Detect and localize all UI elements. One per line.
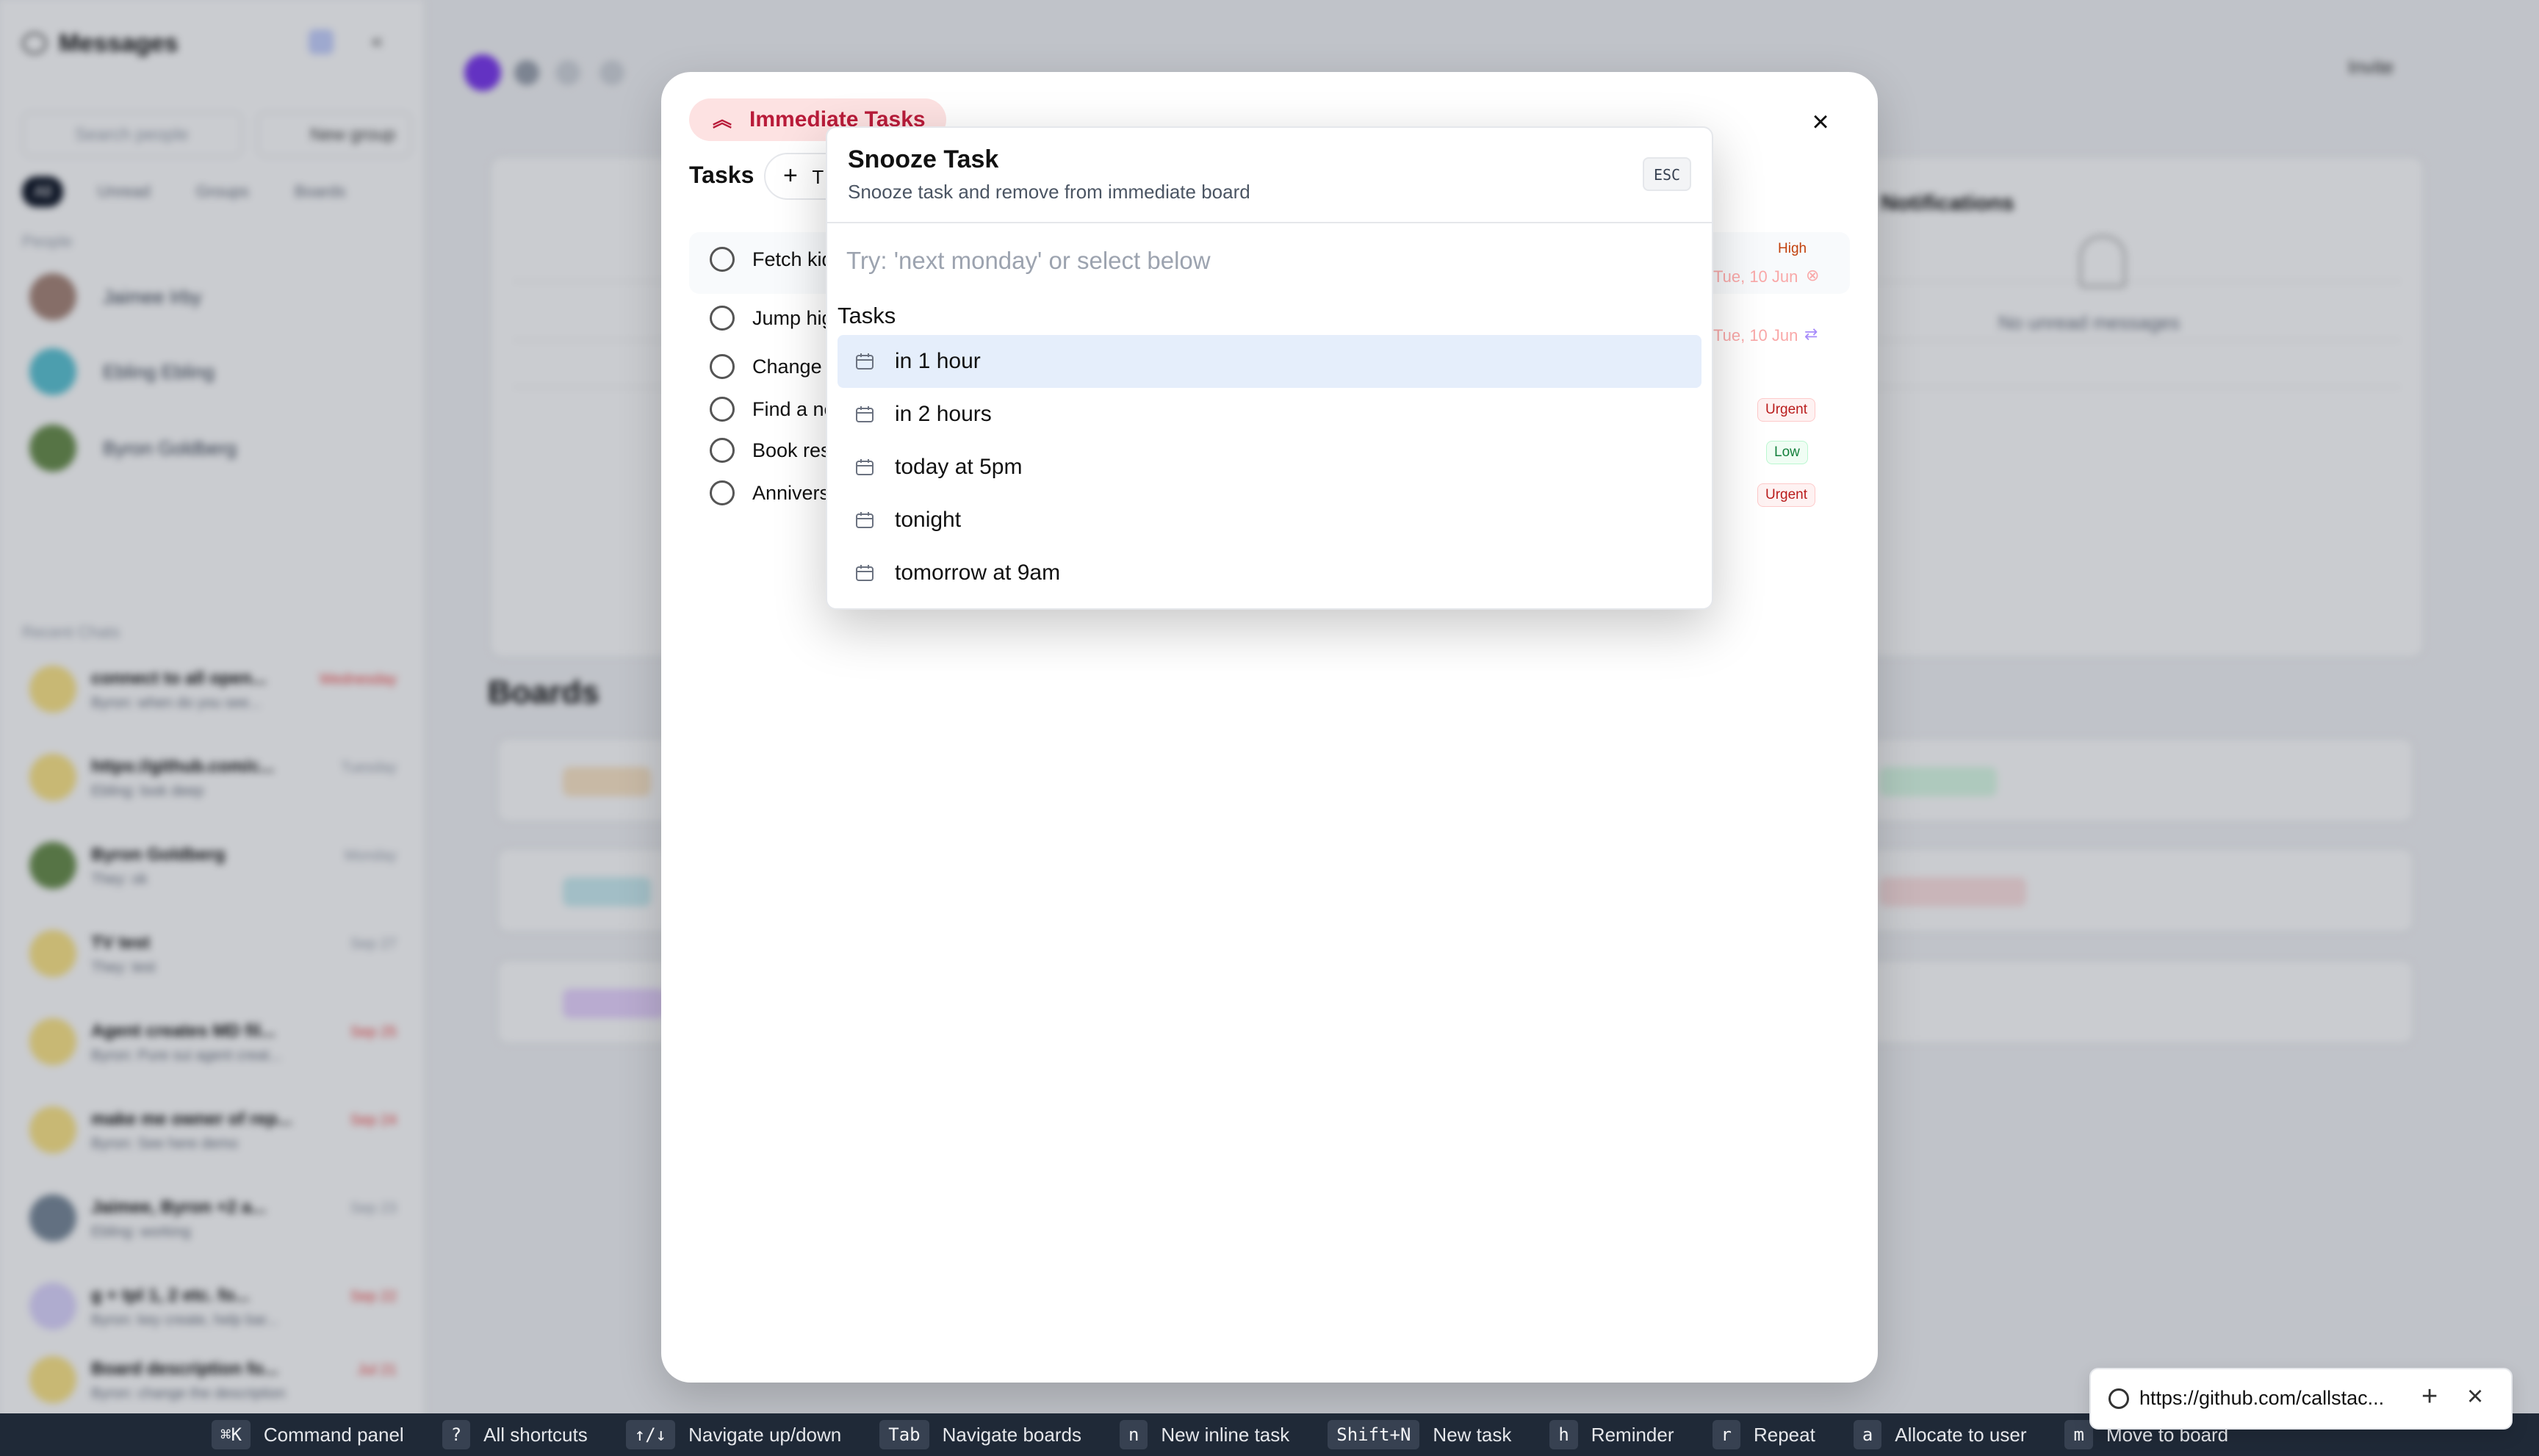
shortcut-allocate-to-user[interactable]: a Allocate to user [1853, 1420, 2027, 1449]
option-label: tomorrow at 9am [895, 561, 1061, 585]
task-checkbox[interactable] [710, 438, 735, 463]
esc-key-badge[interactable]: ESC [1643, 157, 1691, 191]
add-task-label: T [812, 166, 824, 188]
shortcut-label: All shortcuts [483, 1423, 588, 1446]
due-date: Tue, 10 Jun [1713, 267, 1798, 286]
task-item[interactable]: Fetch kid [710, 247, 833, 272]
repeat-icon: ⇄ [1804, 325, 1818, 343]
divider [827, 222, 1712, 223]
shortcut-key: m [2064, 1420, 2093, 1449]
shortcut-key: n [1119, 1420, 1148, 1449]
shortcut-label: Navigate boards [942, 1423, 1081, 1446]
shortcut-command-panel[interactable]: ⌘K Command panel [212, 1420, 404, 1449]
snooze-option-today-at-5pm[interactable]: today at 5pm [838, 441, 1701, 494]
task-checkbox[interactable] [710, 480, 735, 505]
priority-badge: Urgent [1757, 398, 1816, 422]
priority-badge: High [1778, 241, 1807, 256]
close-icon[interactable]: × [2467, 1381, 2483, 1413]
task-item[interactable]: Change fo [710, 354, 844, 379]
task-title: Fetch kid [752, 248, 833, 270]
shortcut-label: Repeat [1753, 1423, 1815, 1446]
task-checkbox[interactable] [710, 354, 735, 379]
calendar-icon [855, 511, 874, 529]
shortcut-key: ↑/↓ [625, 1420, 676, 1449]
option-label: tonight [895, 508, 962, 532]
option-label: in 1 hour [895, 349, 981, 373]
close-icon[interactable]: × [1800, 101, 1841, 143]
shortcut-navigate-up-down[interactable]: ↑/↓ Navigate up/down [625, 1420, 842, 1449]
snooze-option-tonight[interactable]: tonight [838, 494, 1701, 547]
priority-badge: Urgent [1757, 483, 1816, 507]
plus-icon[interactable]: + [2421, 1381, 2438, 1413]
shortcut-label: New task [1433, 1423, 1512, 1446]
shortcut-label: Reminder [1591, 1423, 1674, 1446]
due-date: Tue, 10 Jun [1713, 326, 1798, 345]
shortcut-new-task[interactable]: Shift+N New task [1328, 1420, 1511, 1449]
shortcut-repeat[interactable]: r Repeat [1712, 1420, 1815, 1449]
task-checkbox[interactable] [710, 397, 735, 422]
snooze-option-in-1-hour[interactable]: in 1 hour [838, 335, 1701, 388]
shortcut-key: ⌘K [212, 1420, 251, 1449]
option-label: in 2 hours [895, 402, 992, 426]
shortcut-new-inline-task[interactable]: n New inline task [1119, 1420, 1290, 1449]
snooze-option-in-2-hours[interactable]: in 2 hours [838, 388, 1701, 441]
shortcut-key: Shift+N [1328, 1420, 1420, 1449]
tasks-heading: Tasks [689, 162, 755, 188]
clear-date-icon[interactable]: ⊗ [1806, 266, 1819, 285]
shortcut-navigate-boards[interactable]: Tab Navigate boards [879, 1420, 1081, 1449]
snooze-option-tomorrow-at-9am[interactable]: tomorrow at 9am [838, 547, 1701, 599]
shortcut-label: New inline task [1161, 1423, 1290, 1446]
double-chevron-up-icon: ︽ [713, 109, 732, 131]
task-title: Jump hig [752, 306, 833, 329]
snooze-task-dialog: Snooze Task Snooze task and remove from … [826, 126, 1713, 610]
snooze-title: Snooze Task [848, 145, 999, 173]
priority-badge: Low [1766, 441, 1808, 464]
calendar-icon [855, 406, 874, 423]
task-item[interactable]: Anniversa [710, 480, 840, 505]
task-item[interactable]: Book rest [710, 438, 836, 463]
snooze-time-input[interactable] [846, 237, 1691, 285]
shortcut-label: Navigate up/down [688, 1423, 842, 1446]
shortcut-label: Allocate to user [1895, 1423, 2027, 1446]
link-url[interactable]: https://github.com/callstac... [2139, 1387, 2419, 1410]
shortcut-all-shortcuts[interactable]: ? All shortcuts [442, 1420, 588, 1449]
task-checkbox[interactable] [710, 247, 735, 272]
shortcut-key: Tab [879, 1420, 929, 1449]
plus-icon: + [783, 162, 798, 190]
shortcut-key: h [1549, 1420, 1578, 1449]
shortcut-key: a [1853, 1420, 1882, 1449]
shortcut-key: ? [442, 1420, 471, 1449]
task-title: Find a ne [752, 397, 835, 420]
link-toast: https://github.com/callstac... + × [2089, 1368, 2513, 1430]
snooze-subtitle: Snooze task and remove from immediate bo… [848, 181, 1250, 203]
shortcut-key: r [1712, 1420, 1740, 1449]
calendar-icon [855, 353, 874, 370]
shortcut-label: Command panel [263, 1423, 404, 1446]
task-checkbox[interactable] [710, 306, 735, 331]
option-label: today at 5pm [895, 455, 1023, 479]
task-title: Book rest [752, 439, 837, 461]
calendar-icon [855, 564, 874, 582]
task-item[interactable]: Jump hig [710, 306, 833, 331]
options-group-label: Tasks [838, 303, 896, 328]
chat-bubble-icon [2108, 1388, 2129, 1409]
shortcut-reminder[interactable]: h Reminder [1549, 1420, 1674, 1449]
calendar-icon [855, 458, 874, 476]
task-item[interactable]: Find a ne [710, 397, 835, 422]
